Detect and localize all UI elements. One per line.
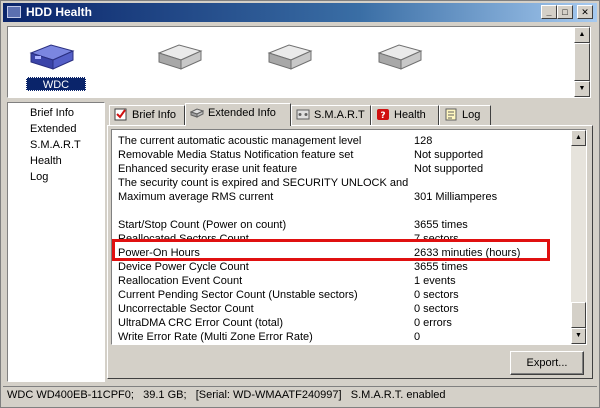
attribute-name: The security count is expired and SECURI… (118, 177, 408, 189)
attribute-value: 0 (414, 331, 421, 343)
minimize-button[interactable]: _ (541, 5, 557, 19)
attribute-value: 301 Milliamperes (414, 191, 498, 203)
attribute-name: Start/Stop Count (Power on count) (118, 219, 287, 231)
attribute-value: Not supported (414, 163, 484, 175)
attribute-value: 0 errors (414, 317, 452, 329)
nav-item-log[interactable]: Log (30, 171, 48, 183)
attribute-name: Write Error Rate (Multi Zone Error Rate) (118, 331, 313, 343)
extended-info-list[interactable]: The current automatic acoustic managemen… (111, 129, 587, 345)
scroll-thumb[interactable] (574, 43, 590, 81)
tab-extended-info[interactable]: Extended Info (185, 103, 291, 126)
extended-info-icon (190, 108, 204, 118)
attribute-name: Removable Media Status Notification feat… (118, 149, 354, 161)
drive-list: WDC ▲ ▼ (7, 26, 591, 98)
list-scrollbar[interactable]: ▲ ▼ (571, 130, 586, 344)
attribute-name: Current Pending Sector Count (Unstable s… (118, 289, 358, 301)
app-icon (7, 6, 21, 18)
hard-drive-icon (29, 44, 75, 70)
title-bar[interactable]: HDD Health _ □ ✕ (3, 3, 597, 22)
scroll-thumb[interactable] (571, 302, 586, 328)
attribute-name: Uncorrectable Sector Count (118, 303, 254, 315)
drive-list-scrollbar[interactable]: ▲ ▼ (574, 27, 590, 97)
attribute-name: Enhanced security erase unit feature (118, 163, 298, 175)
tab-label: Extended Info (208, 107, 276, 119)
attribute-value: Not supported (414, 149, 484, 161)
svg-text:?: ? (380, 111, 385, 121)
window-title: HDD Health (26, 5, 93, 19)
status-bar: WDC WD400EB-11CPF0; 39.1 GB; [Serial: WD… (3, 386, 597, 404)
scroll-down-button[interactable]: ▼ (574, 81, 590, 97)
status-size: 39.1 GB; (143, 389, 187, 401)
nav-item-extended[interactable]: Extended (30, 123, 76, 135)
tab-smart[interactable]: S.M.A.R.T (291, 105, 371, 125)
status-smart: S.M.A.R.T. enabled (350, 389, 446, 401)
drive-item[interactable] (144, 35, 214, 93)
drive-label: WDC (26, 77, 86, 91)
scroll-down-button[interactable]: ▼ (571, 328, 586, 344)
attribute-name: Reallocation Event Count (118, 275, 243, 287)
attribute-name: The current automatic acoustic managemen… (118, 135, 362, 147)
attribute-value: 3655 times (414, 219, 468, 231)
hard-drive-icon (267, 44, 313, 70)
maximize-button[interactable]: □ (557, 5, 573, 19)
attribute-value: 3655 times (414, 261, 468, 273)
drive-item[interactable] (254, 35, 324, 93)
power-on-hours-highlight (112, 239, 550, 261)
attribute-name: Device Power Cycle Count (118, 261, 249, 273)
hdd-health-window: HDD Health _ □ ✕ WDC ▲ ▼ Brief Info Exte… (0, 0, 600, 408)
brief-info-icon (114, 108, 127, 121)
hard-drive-icon (377, 44, 423, 70)
attribute-value: 1 events (414, 275, 456, 287)
drive-item[interactable] (364, 35, 434, 93)
nav-item-smart[interactable]: S.M.A.R.T (30, 139, 81, 151)
log-icon (445, 108, 457, 121)
extended-info-panel: The current automatic acoustic managemen… (107, 125, 593, 379)
scroll-up-button[interactable]: ▲ (571, 130, 586, 146)
tab-label: Brief Info (132, 109, 177, 121)
nav-item-health[interactable]: Health (30, 155, 62, 167)
attribute-name: UltraDMA CRC Error Count (total) (118, 317, 284, 329)
status-serial: [Serial: WD-WMAATF240997] (195, 389, 342, 401)
status-model: WDC WD400EB-11CPF0; (7, 389, 134, 401)
health-icon: ? (377, 109, 389, 121)
attribute-value: 0 sectors (414, 289, 459, 301)
close-button[interactable]: ✕ (577, 5, 593, 19)
export-button[interactable]: Export... (510, 351, 584, 375)
drive-item-wdc[interactable]: WDC (16, 35, 86, 93)
section-nav: Brief Info Extended S.M.A.R.T Health Log (7, 102, 105, 382)
attribute-value: 0 sectors (414, 303, 459, 315)
tab-label: S.M.A.R.T (314, 109, 365, 121)
tab-health[interactable]: ? Health (371, 105, 439, 125)
scroll-up-button[interactable]: ▲ (574, 27, 590, 43)
tab-label: Health (394, 109, 426, 121)
attribute-value: 128 (414, 135, 433, 147)
tab-brief-info[interactable]: Brief Info (109, 105, 185, 125)
attribute-name: Maximum average RMS current (118, 191, 274, 203)
smart-icon (296, 109, 310, 120)
nav-item-brief-info[interactable]: Brief Info (30, 107, 74, 119)
hard-drive-icon (157, 44, 203, 70)
tab-label: Log (462, 109, 481, 121)
tab-log[interactable]: Log (439, 105, 491, 125)
